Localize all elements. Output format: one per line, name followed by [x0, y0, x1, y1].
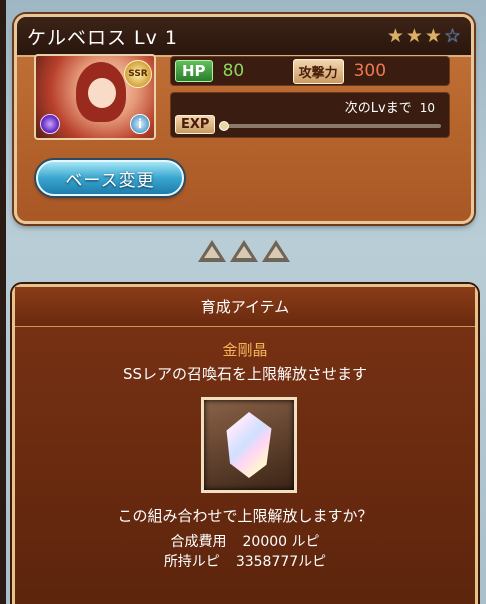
hp-value: 80 — [222, 61, 245, 81]
item-name: 金剛晶 — [222, 341, 268, 359]
item-panel-header: 育成アイテム — [15, 287, 475, 327]
next-level-info: 次のLvまで 10 — [345, 97, 435, 116]
confirm-question: この組み合わせで上限解放しますか？ — [117, 507, 373, 525]
dark-element-icon — [40, 114, 60, 134]
change-base-button[interactable]: ベース変更 — [36, 160, 184, 196]
triangle-icon — [198, 240, 226, 262]
owned-label: 所持ルピ — [163, 554, 220, 570]
info-icon[interactable]: i — [130, 114, 150, 134]
star-empty-icon: ☆ — [443, 24, 461, 47]
summon-title: ケルベロス Lv 1 — [27, 26, 178, 49]
uncap-indicator — [198, 240, 290, 262]
exp-progress-knob — [219, 121, 229, 131]
star-filled-icon: ★ — [424, 24, 442, 47]
portrait-face — [88, 78, 116, 108]
ssr-rarity-badge: SSR — [124, 60, 152, 88]
cost-value: 20000 ルピ — [242, 534, 320, 550]
hp-label: HP — [175, 60, 213, 82]
summon-portrait[interactable]: SSR i — [34, 54, 156, 140]
exp-progress-bar — [219, 121, 441, 131]
uncap-stars: ★ ★ ★ ☆ — [386, 24, 461, 47]
crystal-icon — [226, 412, 272, 478]
owned-value: 3358777ルピ — [235, 554, 327, 570]
attack-label: 攻撃力 — [292, 58, 344, 84]
star-filled-icon: ★ — [405, 24, 423, 47]
cost-label: 合成費用 — [170, 534, 227, 550]
exp-label: EXP — [175, 115, 216, 134]
attack-value: 300 — [353, 61, 387, 81]
exp-box: 次のLvまで 10 EXP — [170, 92, 450, 138]
triangle-icon — [262, 240, 290, 262]
item-slot[interactable] — [201, 397, 297, 493]
stat-bar: HP 80 攻撃力 300 — [170, 56, 450, 86]
summon-card-header: ケルベロス Lv 1 ★ ★ ★ ☆ — [17, 17, 471, 57]
left-edge-rail — [0, 0, 6, 604]
next-level-label: 次のLvまで — [344, 101, 412, 116]
item-description: SSレアの召喚石を上限解放させます — [122, 365, 368, 383]
next-level-value: 10 — [419, 101, 435, 115]
owned-rupie-row: 所持ルピ 3358777ルピ — [15, 551, 475, 571]
cost-row: 合成費用 20000 ルピ — [15, 531, 475, 551]
star-filled-icon: ★ — [386, 24, 404, 47]
item-panel: 育成アイテム 金剛晶 SSレアの召喚石を上限解放させます この組み合わせで上限解… — [12, 284, 478, 604]
triangle-icon — [230, 240, 258, 262]
